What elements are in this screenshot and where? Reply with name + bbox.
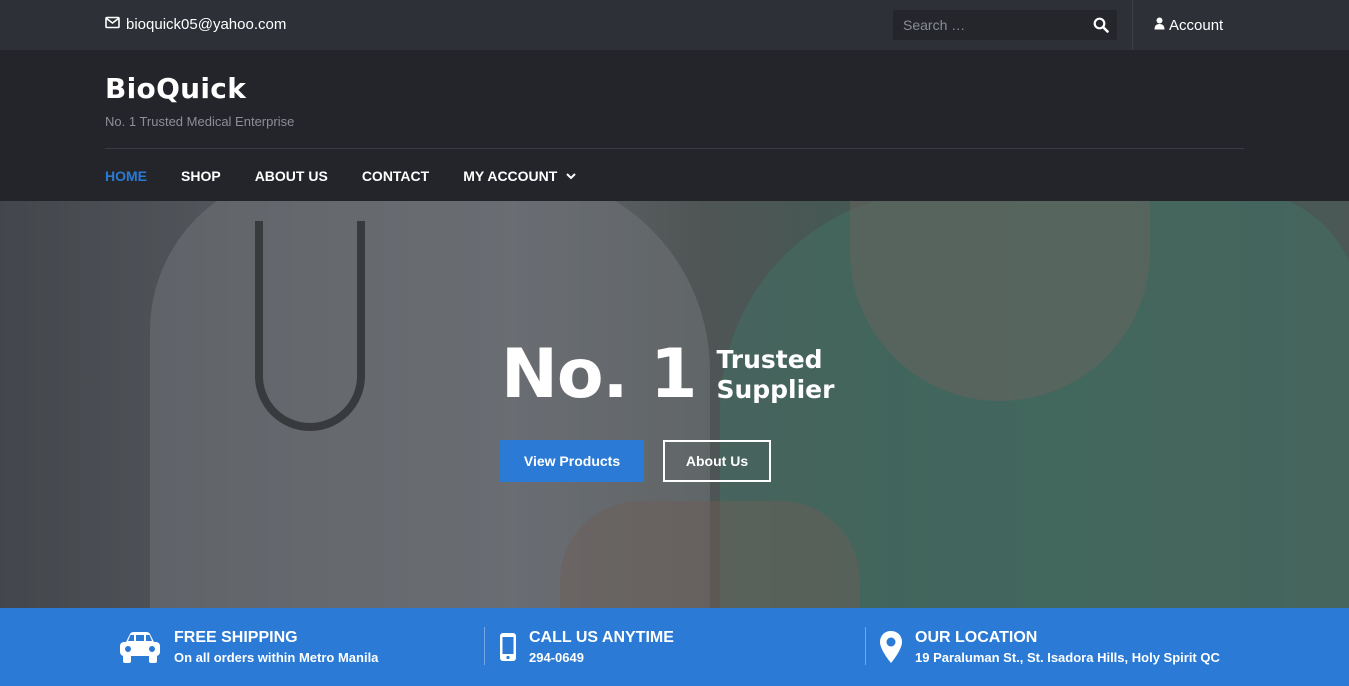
search-form xyxy=(893,10,1117,40)
nav-item-label: HOME xyxy=(105,168,147,184)
feature-free-shipping: FREE SHIPPING On all orders within Metro… xyxy=(118,608,378,686)
top-bar: bioquick05@yahoo.com Account xyxy=(0,0,1349,50)
nav-item-label: SHOP xyxy=(181,168,221,184)
map-pin-icon xyxy=(879,630,903,664)
hero-heading-line: Supplier xyxy=(716,375,835,404)
feature-divider xyxy=(484,627,485,665)
feature-subtitle: 294-0649 xyxy=(529,650,584,665)
about-us-button[interactable]: About Us xyxy=(663,440,771,482)
hero-heading-small: Trusted Supplier xyxy=(716,345,834,405)
nav-item-home[interactable]: HOME xyxy=(105,168,147,184)
envelope-icon xyxy=(105,16,120,33)
account-label: Account xyxy=(1169,17,1224,34)
contact-email[interactable]: bioquick05@yahoo.com xyxy=(105,16,286,33)
hero-banner: No. 1 Trusted Supplier View Products Abo… xyxy=(0,201,1349,608)
feature-subtitle: 19 Paraluman St., St. Isadora Hills, Hol… xyxy=(915,650,1220,665)
feature-divider xyxy=(865,627,866,665)
nav-item-label: ABOUT US xyxy=(254,168,328,184)
car-icon xyxy=(118,630,162,664)
account-link[interactable]: Account xyxy=(1154,17,1223,34)
hero-heading-big: No. 1 xyxy=(501,335,697,414)
nav-item-contact[interactable]: CONTACT xyxy=(362,168,429,184)
hero-heading: No. 1 Trusted Supplier xyxy=(501,341,834,409)
feature-title: CALL US ANYTIME xyxy=(529,629,674,646)
user-icon xyxy=(1154,17,1165,34)
chevron-down-icon xyxy=(566,172,577,179)
feature-call-us: CALL US ANYTIME 294-0649 xyxy=(499,608,674,686)
hero-heading-line: Trusted xyxy=(716,345,823,374)
view-products-button[interactable]: View Products xyxy=(500,440,644,482)
header-divider xyxy=(105,148,1244,149)
search-input[interactable] xyxy=(893,10,1083,40)
nav-item-my-account[interactable]: MY ACCOUNT xyxy=(463,168,577,184)
site-header: BioQuick No. 1 Trusted Medical Enterpris… xyxy=(0,50,1349,201)
site-title[interactable]: BioQuick xyxy=(105,72,246,105)
contact-email-text: bioquick05@yahoo.com xyxy=(126,16,287,33)
topbar-divider xyxy=(1132,0,1133,50)
search-icon[interactable] xyxy=(1093,17,1109,33)
main-nav: HOME SHOP ABOUT US CONTACT MY ACCOUNT xyxy=(105,168,610,184)
feature-subtitle: On all orders within Metro Manila xyxy=(174,650,379,665)
nav-item-shop[interactable]: SHOP xyxy=(181,168,221,184)
feature-location: OUR LOCATION 19 Paraluman St., St. Isado… xyxy=(879,608,1220,686)
nav-item-label: CONTACT xyxy=(361,168,430,184)
features-bar: FREE SHIPPING On all orders within Metro… xyxy=(0,608,1349,686)
site-tagline: No. 1 Trusted Medical Enterprise xyxy=(105,114,295,129)
feature-title: OUR LOCATION xyxy=(915,629,1038,646)
nav-item-about-us[interactable]: ABOUT US xyxy=(255,168,328,184)
nav-item-label: MY ACCOUNT xyxy=(463,168,558,184)
mobile-phone-icon xyxy=(499,632,517,662)
feature-title: FREE SHIPPING xyxy=(174,629,298,646)
